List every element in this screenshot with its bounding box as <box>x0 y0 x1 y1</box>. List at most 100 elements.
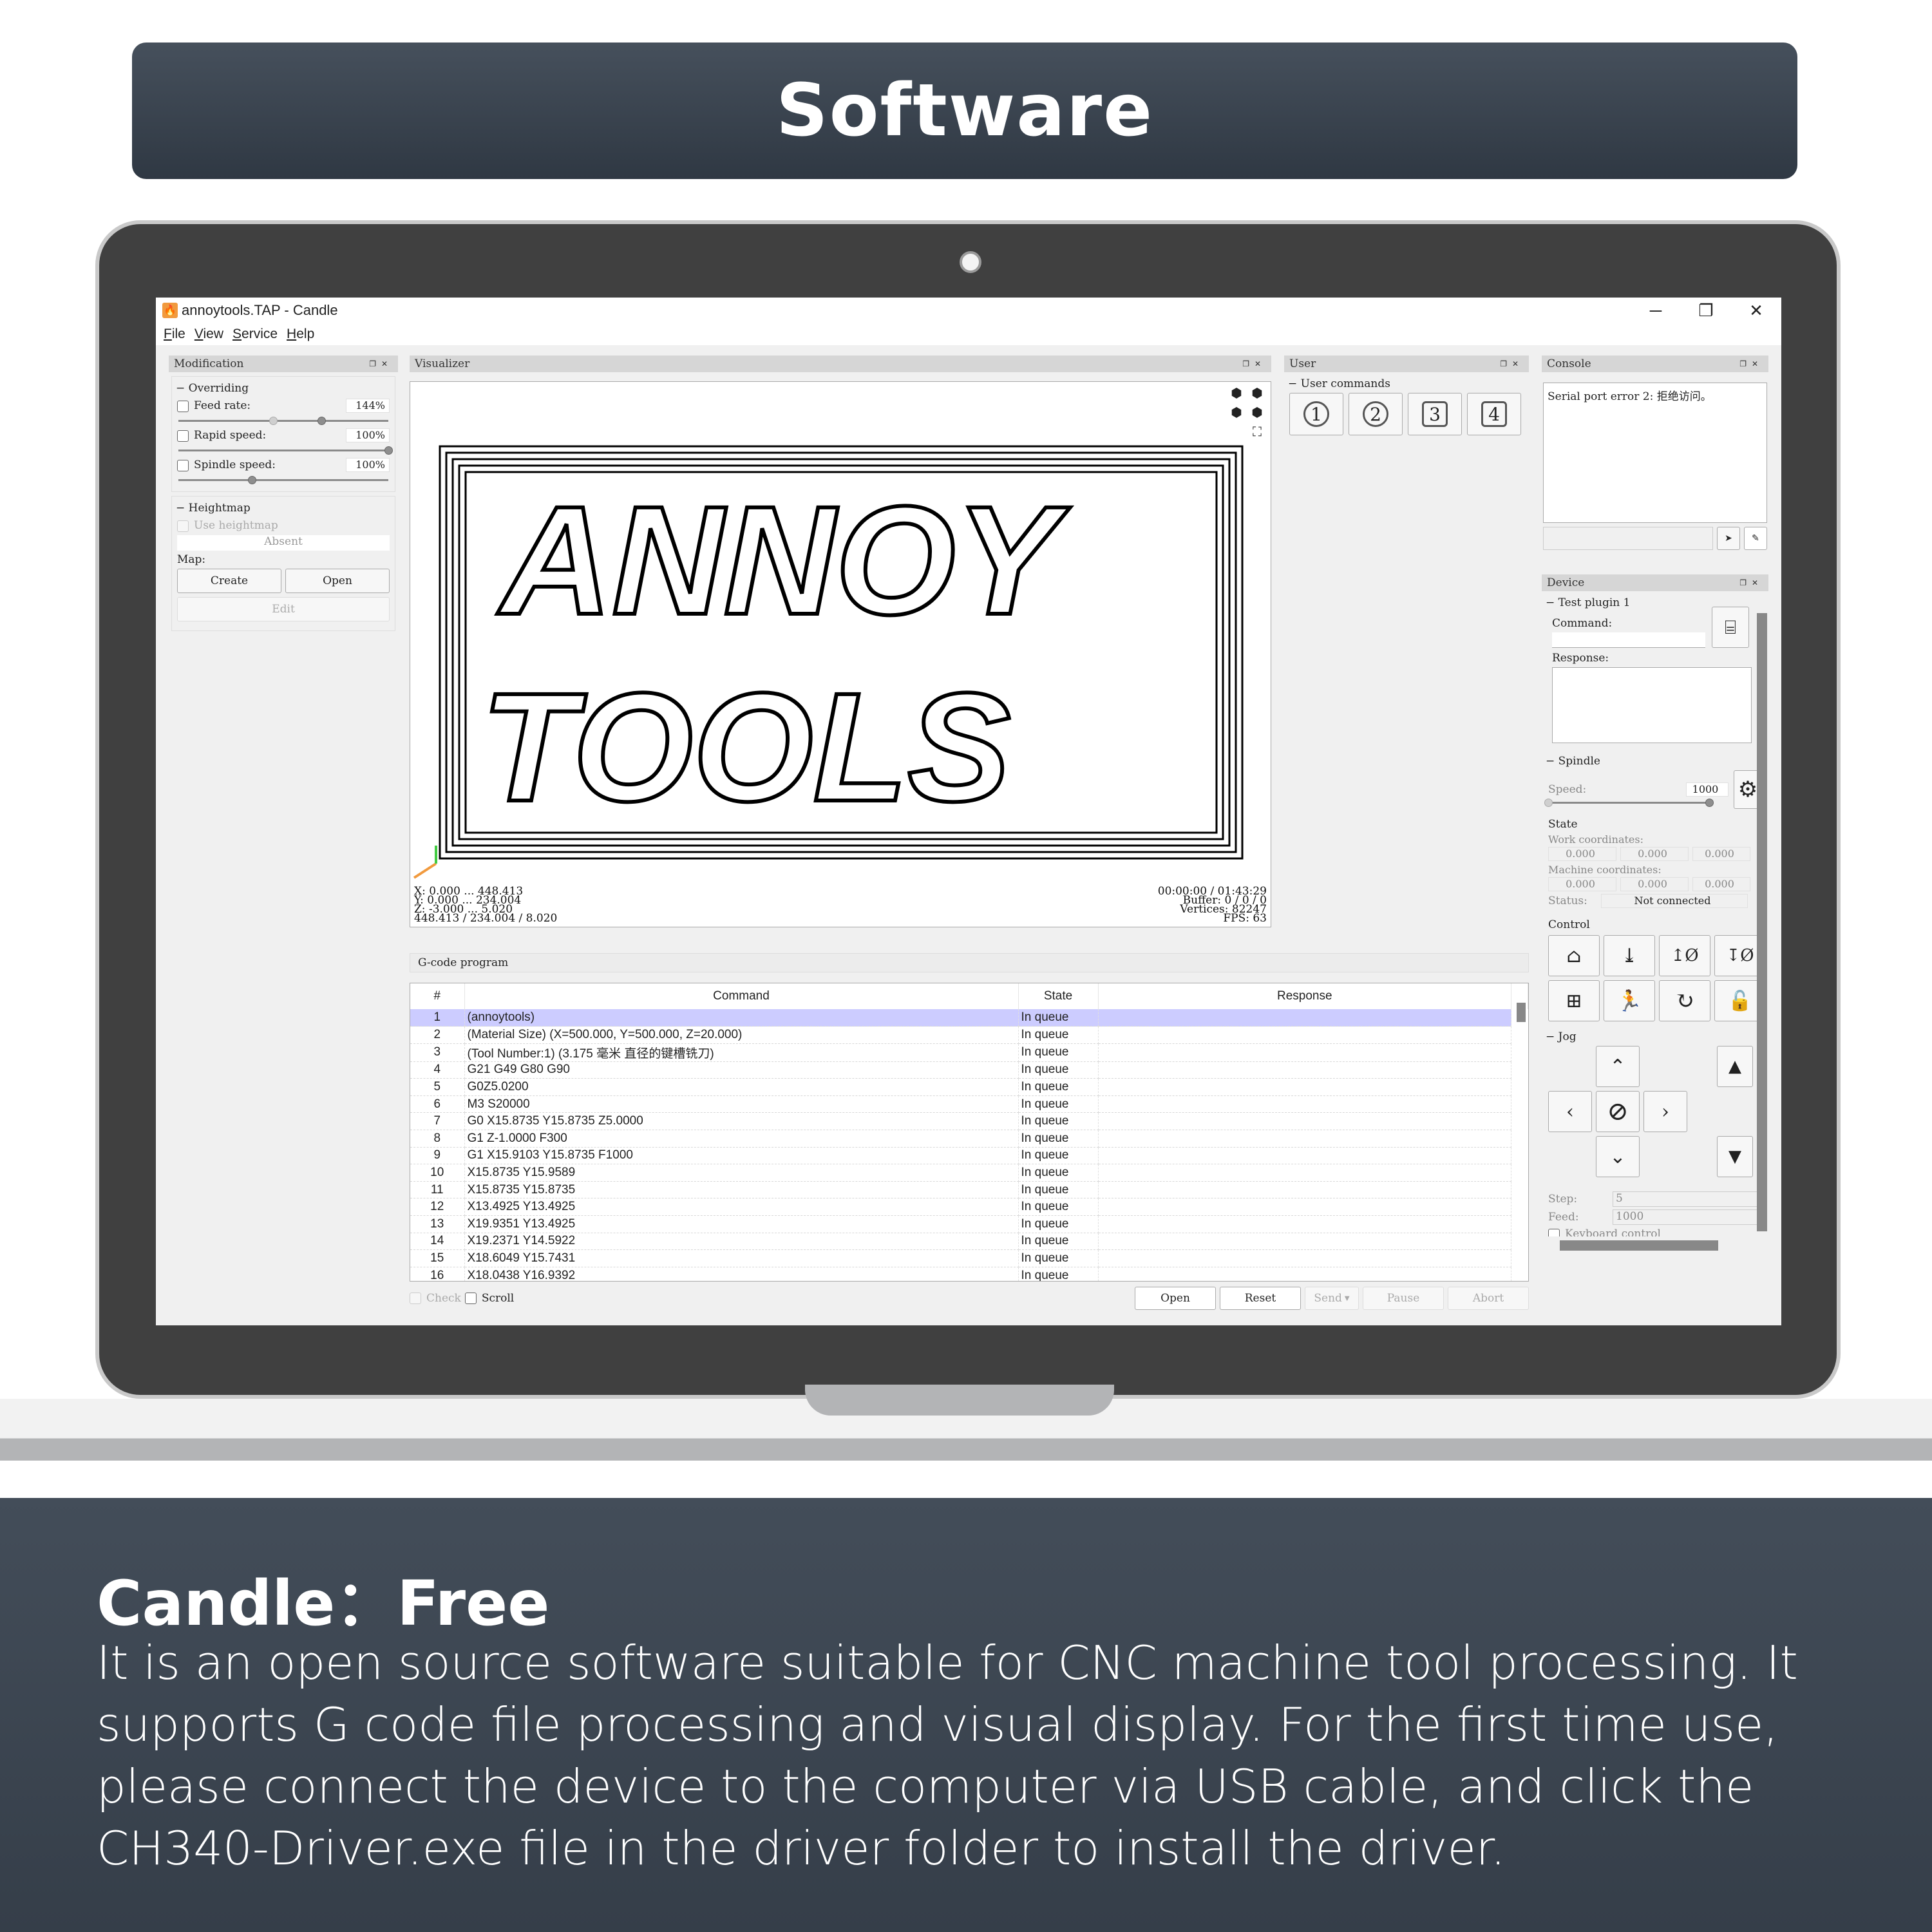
spindle-speed-slider[interactable] <box>178 473 388 486</box>
use-heightmap-checkbox[interactable] <box>177 520 189 532</box>
device-spindle-slider[interactable] <box>1544 796 1714 809</box>
dock-float-close-icons[interactable]: ❐✕ <box>369 359 393 368</box>
heightmap-create-button[interactable]: Create <box>177 569 281 593</box>
spindle-label: Spindle <box>1558 755 1600 768</box>
gcode-scrollbar[interactable] <box>1517 1003 1526 1022</box>
heightmap-edit-button[interactable]: Edit <box>177 597 390 621</box>
menu-help[interactable]: Help <box>287 327 314 342</box>
visualizer-canvas[interactable]: ⬢ ⬢ ⬢ ⬢ ⛶ ANNOY TOOLS X: 0.000 ... 448.4… <box>410 381 1271 927</box>
rapid-speed-checkbox[interactable] <box>177 430 189 442</box>
minimize-button[interactable]: ─ <box>1631 298 1681 323</box>
col-number[interactable]: # <box>410 983 465 1009</box>
home-search-icon[interactable]: ⌂ <box>1548 935 1600 976</box>
gcode-table-container[interactable]: # Command State Response 1 (annoytools) In… <box>410 983 1529 1282</box>
cell-response <box>1098 1130 1511 1148</box>
keyboard-control-checkbox[interactable] <box>1548 1228 1560 1236</box>
spindle-slider-knob[interactable] <box>1705 799 1714 807</box>
col-response[interactable]: Response <box>1098 983 1511 1009</box>
open-button[interactable]: Open <box>1135 1287 1216 1310</box>
spindle-speed-knob[interactable] <box>248 476 257 484</box>
jog-x-minus-icon[interactable]: ‹ <box>1548 1091 1592 1132</box>
table-row[interactable]: 16 X18.0438 Y16.9392 In queue <box>410 1267 1528 1281</box>
close-button[interactable]: ✕ <box>1731 298 1781 323</box>
heightmap-open-button[interactable]: Open <box>285 569 390 593</box>
send-dropdown-icon[interactable]: ▼ <box>1345 1295 1350 1302</box>
jog-feed-input[interactable]: 1000 <box>1613 1209 1762 1225</box>
table-row[interactable]: 7 G0 X15.8735 Y15.8735 Z5.0000 In queue <box>410 1112 1528 1131</box>
table-row[interactable]: 12 X13.4925 Y13.4925 In queue <box>410 1198 1528 1217</box>
table-row[interactable]: 10 X15.8735 Y15.9589 In queue <box>410 1164 1528 1182</box>
table-row[interactable]: 15 X18.6049 Y15.7431 In queue <box>410 1249 1528 1267</box>
dock-float-close-icons[interactable]: ❐✕ <box>1242 359 1266 368</box>
cell-number: 2 <box>410 1026 465 1044</box>
rapid-speed-slider[interactable] <box>178 444 393 457</box>
table-row[interactable]: 4 G21 G49 G80 G90 In queue <box>410 1061 1528 1079</box>
table-row[interactable]: 13 X19.9351 Y13.4925 In queue <box>410 1215 1528 1233</box>
feed-rate-slider[interactable] <box>178 414 388 427</box>
table-row[interactable]: 2 (Material Size) (X=500.000, Y=500.000, … <box>410 1026 1528 1044</box>
probe-z-icon[interactable]: ⤓ <box>1604 935 1655 976</box>
state-label: State <box>1548 818 1578 831</box>
user-command-2-button[interactable]: 2 <box>1349 393 1403 435</box>
scroll-checkbox[interactable] <box>464 1293 477 1304</box>
clear-console-icon[interactable]: ✎ <box>1744 527 1767 550</box>
run-icon[interactable]: 🏃 <box>1604 980 1655 1021</box>
cell-number: 5 <box>410 1078 465 1096</box>
plugin-send-icon[interactable]: ⌸ <box>1712 607 1749 648</box>
spindle-speed-checkbox[interactable] <box>177 459 189 471</box>
spindle-slider-min-knob <box>1544 799 1553 807</box>
reset-button[interactable]: Reset <box>1220 1287 1301 1310</box>
plugin-response-box[interactable] <box>1552 667 1752 743</box>
dock-float-close-icons[interactable]: ❐✕ <box>1500 359 1524 368</box>
reset-icon[interactable]: ↻ <box>1659 980 1710 1021</box>
spindle-speed-value[interactable]: 1000 <box>1686 782 1728 797</box>
plugin-command-input[interactable] <box>1552 632 1705 648</box>
rapid-speed-knob[interactable] <box>384 446 393 455</box>
table-row[interactable]: 11 X15.8735 Y15.8735 In queue <box>410 1181 1528 1199</box>
table-row[interactable]: 14 X19.2371 Y14.5922 In queue <box>410 1233 1528 1251</box>
return-to-zero-icon[interactable]: ⊞ <box>1548 980 1600 1021</box>
jog-y-minus-icon[interactable]: ⌄ <box>1596 1136 1640 1177</box>
cell-command: G21 G49 G80 G90 <box>464 1061 1019 1079</box>
cell-state: In queue <box>1018 1215 1099 1233</box>
dock-float-close-icons[interactable]: ❐✕ <box>1739 578 1763 587</box>
restore-button[interactable]: ❐ <box>1681 298 1731 323</box>
jog-z-minus-icon[interactable]: ▼ <box>1717 1136 1753 1177</box>
pause-button[interactable]: Pause <box>1363 1287 1444 1310</box>
jog-y-plus-icon[interactable]: ⌃ <box>1596 1046 1640 1087</box>
jog-x-plus-icon[interactable]: › <box>1643 1091 1687 1132</box>
send-icon[interactable]: ➤ <box>1717 527 1740 550</box>
user-command-1-button[interactable]: 1 <box>1289 393 1343 435</box>
menu-file[interactable]: File <box>164 327 185 342</box>
table-row[interactable]: 6 M3 S20000 In queue <box>410 1095 1528 1113</box>
dock-float-close-icons[interactable]: ❐✕ <box>1739 359 1763 368</box>
col-state[interactable]: State <box>1018 983 1099 1009</box>
device-horizontal-scrollbar[interactable] <box>1560 1240 1718 1251</box>
send-button[interactable]: Send ▼ <box>1305 1287 1359 1310</box>
abort-button[interactable]: Abort <box>1448 1287 1529 1310</box>
table-row[interactable]: 5 G0Z5.0200 In queue <box>410 1078 1528 1096</box>
jog-z-plus-icon[interactable]: ▲ <box>1717 1046 1753 1087</box>
feed-rate-knob[interactable] <box>317 417 326 425</box>
rapid-speed-value[interactable]: 100% <box>346 428 390 442</box>
table-row[interactable]: 9 G1 X15.9103 Y15.8735 F1000 In queue <box>410 1147 1528 1165</box>
console-log[interactable]: Serial port error 2: 拒绝访问。 <box>1543 383 1767 523</box>
overriding-group-label: Overriding <box>188 382 249 395</box>
feed-rate-value[interactable]: 144% <box>346 399 390 413</box>
col-command[interactable]: Command <box>464 983 1019 1009</box>
console-command-input[interactable] <box>1543 527 1713 550</box>
user-command-3-button[interactable]: 3 <box>1408 393 1462 435</box>
table-row[interactable]: 3 (Tool Number:1) (3.175 毫米 直径的键槽铣刀) In qu… <box>410 1043 1528 1062</box>
table-row[interactable]: 8 G1 Z-1.0000 F300 In queue <box>410 1130 1528 1148</box>
spindle-speed-value[interactable]: 100% <box>346 458 390 472</box>
menu-view[interactable]: View <box>194 327 223 342</box>
jog-stop-icon[interactable]: ⊘ <box>1596 1091 1640 1132</box>
zero-xy-icon[interactable]: ↥Ø <box>1659 935 1710 976</box>
check-checkbox[interactable] <box>410 1293 421 1304</box>
jog-step-input[interactable]: 5 <box>1613 1191 1762 1207</box>
table-row[interactable]: 1 (annoytools) In queue <box>410 1009 1528 1027</box>
user-command-4-button[interactable]: 4 <box>1467 393 1521 435</box>
cell-response <box>1098 1198 1511 1217</box>
feed-rate-checkbox[interactable] <box>177 400 189 412</box>
menu-service[interactable]: Service <box>232 327 278 342</box>
